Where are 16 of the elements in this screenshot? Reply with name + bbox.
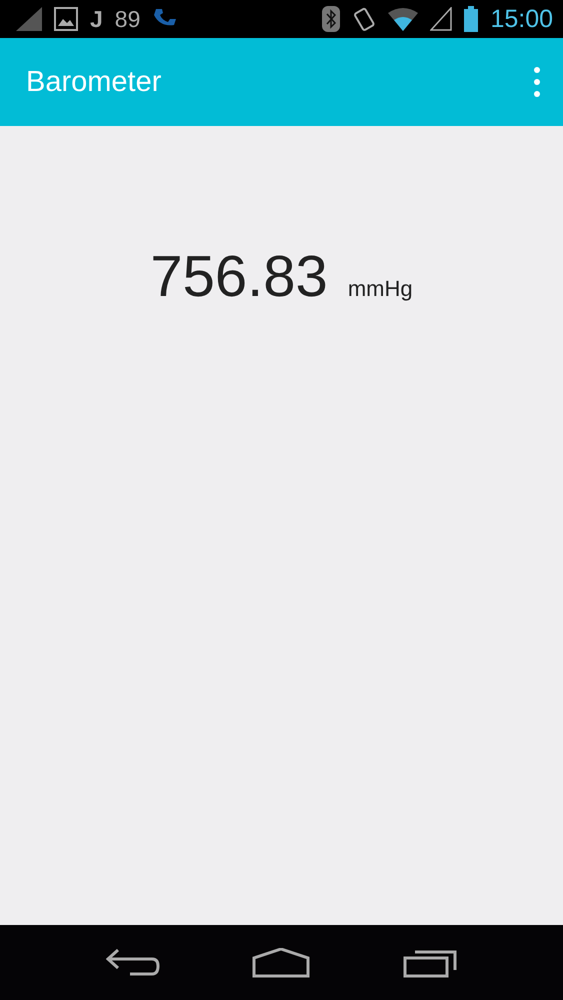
- wifi-icon: [388, 7, 418, 31]
- notification-count: 89: [114, 6, 140, 32]
- back-button[interactable]: [106, 948, 160, 978]
- image-icon: [54, 7, 78, 31]
- pressure-unit: mmHg: [348, 276, 413, 302]
- pressure-value: 756.83: [150, 248, 328, 306]
- app-title: Barometer: [26, 66, 162, 98]
- vibrate-icon: [352, 6, 376, 32]
- clock-time: 15:00: [490, 4, 553, 34]
- bluetooth-icon: [322, 6, 340, 32]
- signal-icon: [430, 7, 452, 31]
- recent-apps-button[interactable]: [402, 948, 457, 978]
- home-button[interactable]: [252, 948, 310, 978]
- signal-icon: [16, 7, 42, 31]
- battery-icon: [464, 6, 478, 32]
- notification-letter: J: [90, 6, 103, 32]
